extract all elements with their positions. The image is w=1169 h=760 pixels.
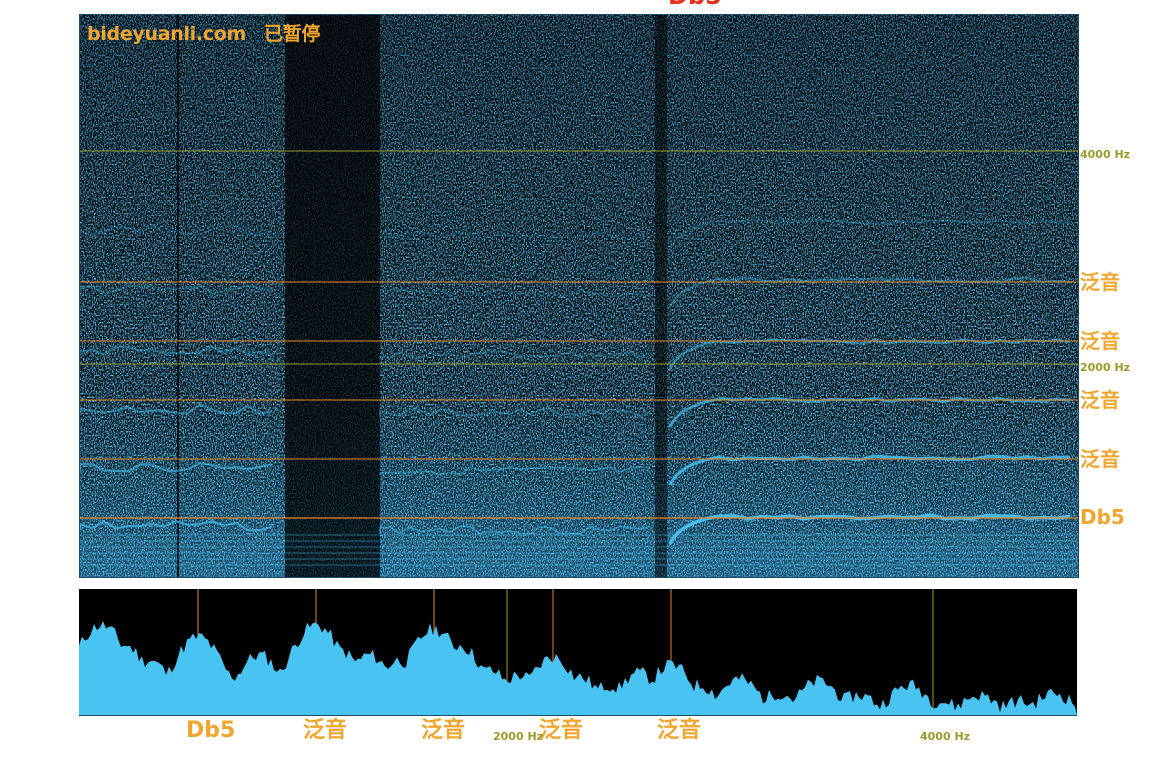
overtone-label-2: 泛音 <box>1080 329 1120 353</box>
gap-region <box>655 15 667 577</box>
top-note-label: Db5 <box>668 0 722 8</box>
hz-label-2000: 2000 Hz <box>1080 361 1131 374</box>
bottom-overtone-label-1: 泛音 <box>303 718 348 743</box>
spectrum-analyzer-view: Db5 <box>0 0 1169 760</box>
playback-state: 已暂停 <box>264 23 321 45</box>
spectrum-canvas <box>79 589 1077 715</box>
bottom-hz-label-4000: 4000 Hz <box>920 730 971 743</box>
overtone-label-4: 泛音 <box>1080 447 1120 471</box>
spectrogram-canvas <box>80 15 1078 577</box>
overtone-label-3: 泛音 <box>1080 388 1120 412</box>
bottom-overtone-label-3: 泛音 <box>539 718 584 743</box>
spectrogram-panel[interactable]: bideyuanli.com 已暂停 <box>79 14 1079 578</box>
watermark-site: bideyuanli.com <box>87 23 247 45</box>
bottom-fundamental-label: Db5 <box>186 718 236 743</box>
bottom-overtone-label-4: 泛音 <box>657 718 702 743</box>
silent-region <box>285 15 380 577</box>
gap-line <box>177 15 179 577</box>
watermark: bideyuanli.com 已暂停 <box>87 19 320 46</box>
bottom-overtone-label-2: 泛音 <box>421 718 466 743</box>
overtone-label-1: 泛音 <box>1080 270 1120 294</box>
spectrum-panel[interactable] <box>79 589 1077 716</box>
bottom-hz-label-2000: 2000 Hz <box>493 730 544 743</box>
fundamental-label: Db5 <box>1080 505 1125 529</box>
hz-label-4000: 4000 Hz <box>1080 148 1131 161</box>
